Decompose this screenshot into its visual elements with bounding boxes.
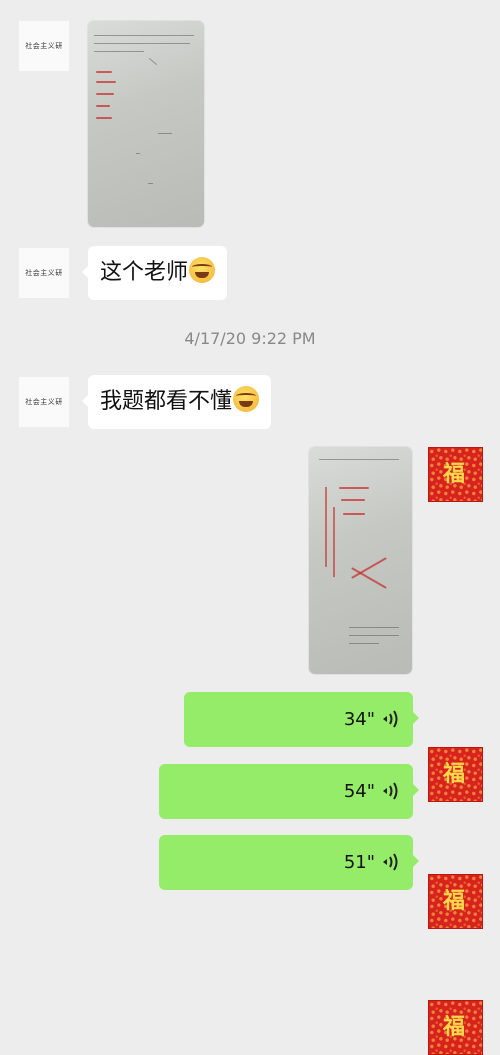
text-message-incoming[interactable]: 这个老师 (81, 246, 228, 300)
avatar-contact[interactable]: 社会主义研 (19, 21, 69, 71)
fu-character: 福 (443, 761, 466, 787)
avatar-text: 社会主义研 (25, 42, 63, 50)
crying-laughing-emoji-icon (189, 257, 216, 283)
fu-character: 福 (443, 461, 466, 487)
voice-message[interactable]: 54" (159, 764, 419, 819)
voice-duration: 51" (343, 852, 375, 873)
voice-wave-icon (383, 710, 398, 728)
text-message-incoming[interactable]: 我题都看不懂 (81, 375, 272, 429)
crying-laughing-emoji-icon (233, 386, 260, 412)
image-message-incoming[interactable] (88, 21, 204, 227)
voice-duration: 54" (343, 781, 375, 802)
fu-character: 福 (443, 888, 466, 914)
avatar-me[interactable]: 福 (428, 1000, 483, 1055)
voice-duration: 34" (343, 709, 375, 730)
voice-wave-icon (383, 782, 398, 800)
avatar-text: 社会主义研 (25, 269, 63, 277)
avatar-contact[interactable]: 社会主义研 (19, 377, 69, 427)
message-text: 这个老师 (100, 260, 189, 285)
voice-wave-icon (383, 853, 398, 871)
voice-message[interactable]: 51" (159, 835, 419, 890)
avatar-me[interactable]: 福 (428, 747, 483, 802)
image-message-outgoing[interactable] (309, 447, 412, 674)
avatar-contact[interactable]: 社会主义研 (19, 248, 69, 298)
timestamp: 4/17/20 9:22 PM (184, 329, 316, 348)
voice-message[interactable]: 34" (184, 692, 419, 747)
avatar-me[interactable]: 福 (428, 447, 483, 502)
avatar-me[interactable]: 福 (428, 874, 483, 929)
avatar-text: 社会主义研 (25, 398, 63, 406)
fu-character: 福 (443, 1014, 466, 1040)
message-text: 我题都看不懂 (100, 389, 233, 414)
